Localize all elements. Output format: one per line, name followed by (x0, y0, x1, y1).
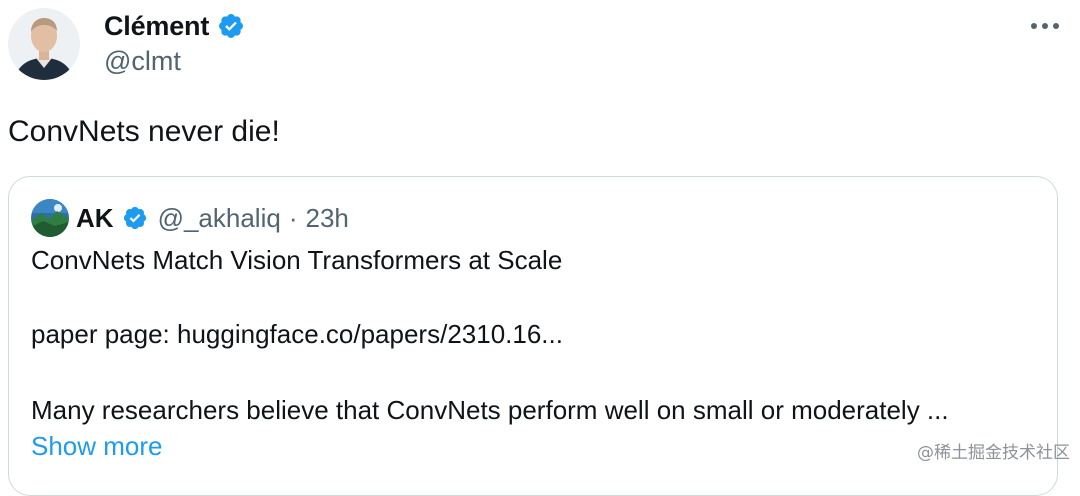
quote-text-line: paper page: huggingface.co/papers/2310.1… (31, 319, 563, 349)
quote-text-line: Many researchers believe that ConvNets p… (31, 395, 949, 425)
author-avatar-image (8, 8, 80, 80)
quote-author-avatar[interactable] (31, 199, 69, 237)
author-name-row[interactable]: Clément (104, 10, 245, 42)
verified-badge-icon (217, 12, 245, 40)
quote-timestamp[interactable]: 23h (305, 203, 348, 234)
more-horizontal-icon (1031, 23, 1059, 29)
landscape-avatar-image (31, 199, 69, 237)
author-name[interactable]: Clément (104, 11, 209, 42)
quote-header: AK @_akhaliq · 23h (76, 199, 349, 237)
separator-dot: · (288, 202, 298, 233)
verified-badge-icon (122, 205, 148, 231)
author-avatar[interactable] (8, 8, 80, 80)
watermark: @稀土掘金技术社区 (917, 443, 1070, 463)
quote-author-name[interactable]: AK (76, 203, 114, 234)
tweet-text: ConvNets never die! (8, 115, 280, 148)
quote-text-line: ConvNets Match Vision Transformers at Sc… (31, 245, 563, 275)
quoted-tweet-card[interactable]: AK @_akhaliq · 23h ConvNets Match Vision… (8, 176, 1058, 496)
show-more-link[interactable]: Show more (31, 429, 163, 463)
quote-author-handle[interactable]: @_akhaliq (158, 203, 281, 234)
author-handle[interactable]: @clmt (104, 46, 181, 77)
more-options-button[interactable] (1028, 14, 1062, 38)
